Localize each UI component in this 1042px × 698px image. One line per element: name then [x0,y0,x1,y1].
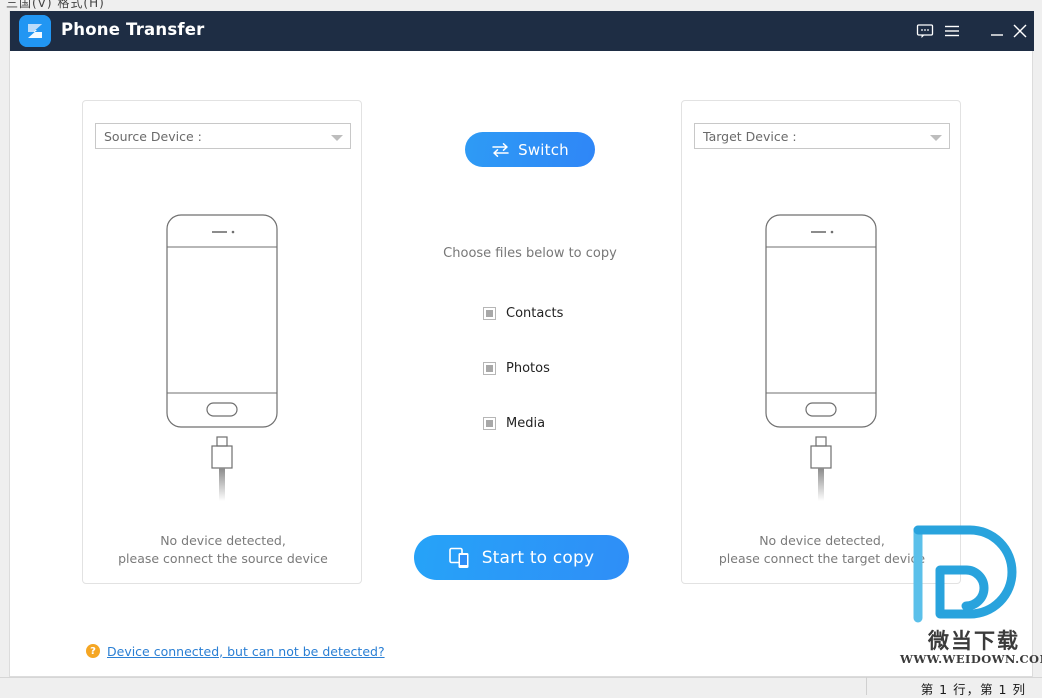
start-to-copy-label: Start to copy [481,547,595,568]
host-status-bar [0,677,1042,695]
device-not-detected-link[interactable]: Device connected, but can not be detecte… [107,644,385,659]
question-mark-icon: ? [86,644,100,658]
target-device-select-label: Target Device : [703,129,797,144]
chevron-down-icon [930,135,942,141]
choose-files-label: Choose files below to copy [443,246,617,261]
target-phone-with-usb-cable-icon [756,211,886,501]
photos-checkbox[interactable] [483,361,496,375]
switch-button-label: Switch [518,140,569,159]
minimize-icon[interactable] [987,21,1007,41]
chevron-down-icon [331,135,343,141]
swap-arrows-icon [491,142,510,158]
target-no-device-message: No device detected, please connect the t… [682,532,962,568]
file-option-contacts[interactable]: Contacts [483,304,623,322]
contacts-checkbox[interactable] [483,306,496,320]
phone-transfer-logo-icon [19,15,51,47]
start-to-copy-button[interactable]: Start to copy [414,535,629,580]
host-status-separator [866,677,867,695]
phone-transfer-window: Phone Transfer Source Device: No device… [9,11,1042,677]
source-device-select[interactable]: Source Device : [95,123,351,149]
source-no-device-line-2: please connect the source device [118,551,328,566]
source-no-device-message: No device detected, please connect the s… [83,532,363,568]
target-device-panel: Target Device : No device detected, plea… [681,100,961,584]
feedback-icon[interactable] [915,21,935,41]
watermark-name: 微当下载 [928,629,1020,653]
target-device-select[interactable]: Target Device : [694,123,950,149]
title-bar: Phone Transfer [10,11,1034,51]
watermark-url: WWW.WEIDOWN.COM [900,652,1042,666]
switch-button[interactable]: Switch [465,132,595,167]
host-cursor-position: 第 1 行，第 1 列 [920,682,1026,697]
menu-icon[interactable] [942,21,962,41]
photos-label: Photos [506,360,550,376]
contacts-label: Contacts [506,305,564,321]
host-menu-partial-text: 三国(V) 格式(H) [6,0,105,10]
media-label: Media [506,415,546,431]
source-device-select-label: Source Device : [104,129,202,144]
source-phone-with-usb-cable-icon [157,211,287,501]
source-device-panel: Source Device : No device detected, plea… [82,100,362,584]
page-title: Phone Transfer [61,20,205,39]
file-option-media[interactable]: Media [483,414,623,432]
close-icon[interactable] [1010,21,1030,41]
help-row: ? Device connected, but can not be detec… [86,642,385,660]
media-checkbox[interactable] [483,416,496,430]
file-option-photos[interactable]: Photos [483,359,623,377]
two-devices-icon [448,547,472,569]
target-no-device-line-2: please connect the target device [718,551,926,566]
target-no-device-line-1: No device detected, [759,533,885,548]
source-no-device-line-1: No device detected, [160,533,286,548]
